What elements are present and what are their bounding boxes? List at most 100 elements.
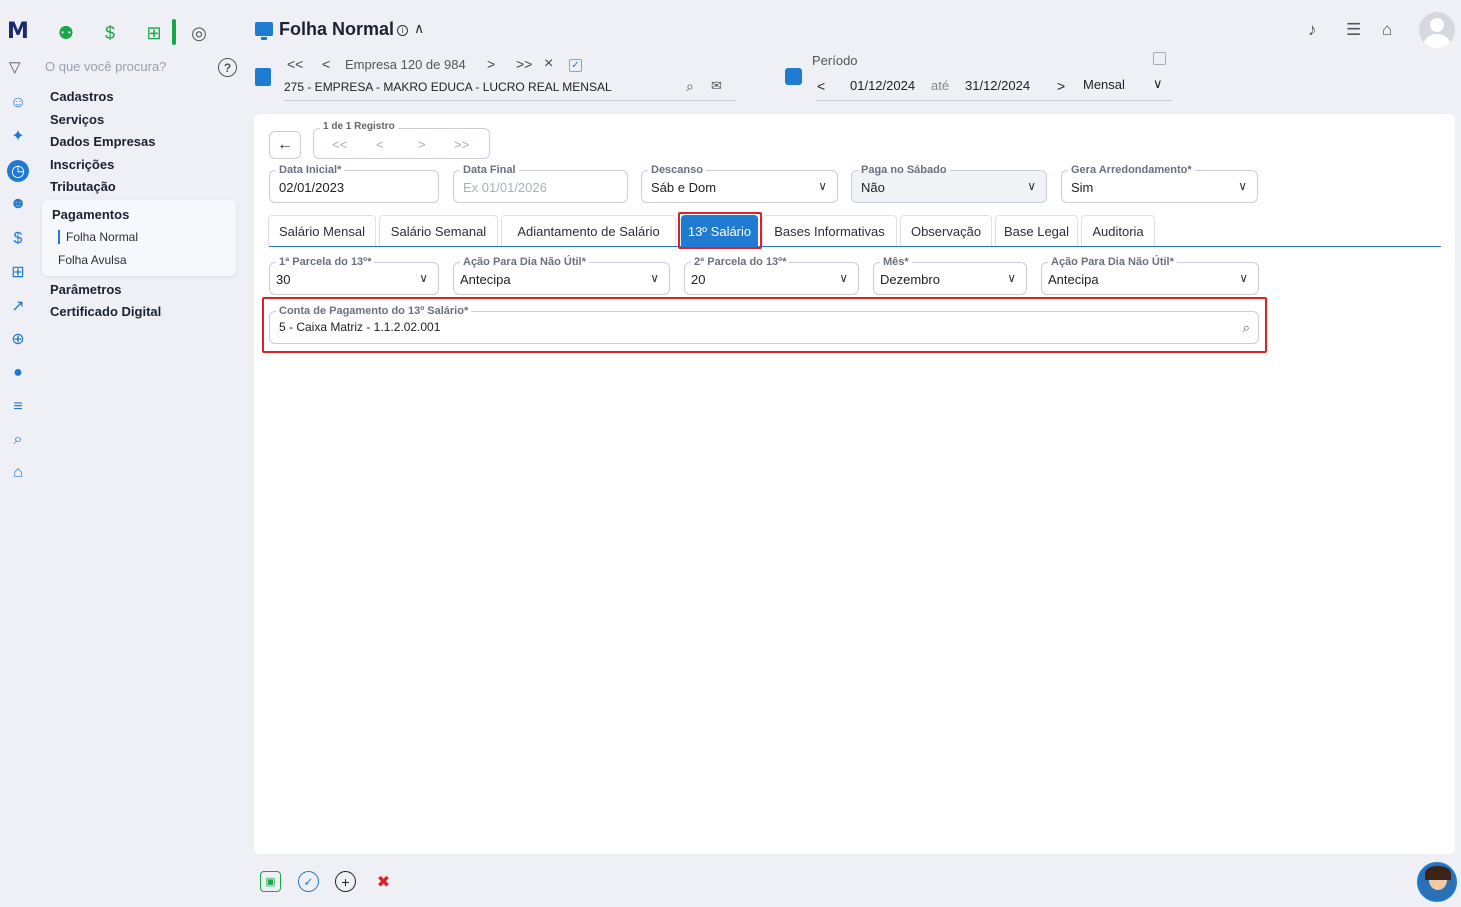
menu-item-tributacao[interactable]: Tributação <box>50 179 116 194</box>
chevron-down-icon: ∨ <box>650 271 659 285</box>
search-icon[interactable]: ⌕ <box>7 429 29 451</box>
tab-salario-mensal[interactable]: Salário Mensal <box>268 215 376 247</box>
empresa-checkbox[interactable]: ✓ <box>569 59 582 72</box>
grid-icon[interactable]: ⊞ <box>141 20 167 46</box>
info-icon[interactable]: i <box>397 25 408 36</box>
close-icon[interactable]: × <box>544 55 553 73</box>
field-value: Não <box>861 180 885 195</box>
dollar-circle-icon[interactable]: $ <box>7 228 29 250</box>
periodo-end[interactable]: 31/12/2024 <box>965 78 1030 93</box>
field-label: 1ª Parcela do 13º* <box>276 255 375 269</box>
conta-highlight <box>262 297 1267 353</box>
bell-icon[interactable]: ♪ <box>1308 20 1317 40</box>
periodo-prev-button[interactable]: < <box>817 78 825 94</box>
menu-item-parametros[interactable]: Parâmetros <box>50 282 122 297</box>
avatar[interactable] <box>1419 12 1455 48</box>
primeira-parcela-select[interactable]: 1ª Parcela do 13º* 30 ∨ <box>269 255 439 295</box>
field-label: Descanso <box>648 163 706 177</box>
users-icon[interactable]: ☻ <box>7 193 29 215</box>
page-title: Folha Normal <box>279 19 395 39</box>
chevron-up-icon[interactable]: ∧ <box>414 20 424 37</box>
dollar-icon[interactable]: $ <box>97 20 123 46</box>
segunda-parcela-select[interactable]: 2ª Parcela do 13º* 20 ∨ <box>684 255 859 295</box>
acao-dia-nao-util-1-select[interactable]: Ação Para Dia Não Útil* Antecipa ∨ <box>453 255 670 295</box>
handshake-icon[interactable]: ✦ <box>7 125 29 147</box>
mail-icon[interactable]: ✉ <box>711 78 722 94</box>
paga-no-sabado-select[interactable]: Paga no Sábado Não ∨ <box>851 163 1047 203</box>
user-gear-icon[interactable]: ☺ <box>7 92 29 114</box>
tab-adiantamento-salario[interactable]: Adiantamento de Salário <box>501 215 676 247</box>
periodo-underline <box>816 100 1172 101</box>
search-icon[interactable]: ⌕ <box>686 78 694 95</box>
confirm-button[interactable]: ✓ <box>298 871 319 892</box>
document-search-icon[interactable]: ☰ <box>1346 20 1361 40</box>
empresa-counter: Empresa 120 de 984 <box>345 57 466 72</box>
menu-item-inscricoes[interactable]: Inscrições <box>50 157 114 172</box>
record-prev-button[interactable]: < <box>376 137 384 152</box>
field-value: Antecipa <box>1048 272 1099 287</box>
record-last-button[interactable]: >> <box>454 137 469 152</box>
submenu-item-folha-avulsa[interactable]: Folha Avulsa <box>58 253 127 267</box>
help-icon[interactable]: ? <box>218 58 237 77</box>
globe-icon[interactable]: ⊕ <box>7 328 29 350</box>
field-label: 2ª Parcela do 13º* <box>691 255 790 269</box>
left-icon-rail: M ☺ ✦ ◷ ☻ $ ⊞ ↗ ⊕ ● ≡ ⌕ ⌂ <box>0 0 36 907</box>
chevron-down-icon: ∨ <box>419 271 428 285</box>
empresa-prev-button[interactable]: < <box>322 56 330 72</box>
menu-item-servicos[interactable]: Serviços <box>50 112 104 127</box>
add-button[interactable]: + <box>335 871 356 892</box>
calculator-icon[interactable]: ⊞ <box>7 261 29 283</box>
field-value: 20 <box>691 272 706 287</box>
money-bag-icon[interactable]: ● <box>7 362 29 384</box>
delete-button[interactable]: ✖ <box>373 871 394 892</box>
people-icon[interactable]: ⚉ <box>53 20 79 46</box>
descanso-select[interactable]: Descanso Sáb e Dom ∨ <box>641 163 838 203</box>
field-placeholder: Ex 01/01/2026 <box>463 180 547 195</box>
submenu-item-folha-normal[interactable]: Folha Normal <box>58 230 138 244</box>
search-input[interactable]: O que você procura? <box>45 59 166 74</box>
acao-dia-nao-util-2-select[interactable]: Ação Para Dia Não Útil* Antecipa ∨ <box>1041 255 1259 295</box>
field-value: 02/01/2023 <box>279 180 345 195</box>
field-label: Gera Arredondamento* <box>1068 163 1195 177</box>
app-logo[interactable]: M <box>7 19 29 44</box>
tab-base-legal[interactable]: Base Legal <box>995 215 1078 247</box>
person-walk-icon[interactable]: ↗ <box>7 295 29 317</box>
assistant-avatar[interactable] <box>1417 862 1457 902</box>
periodo-checkbox[interactable] <box>1153 52 1166 65</box>
menu-item-pagamentos[interactable]: Pagamentos <box>52 207 129 222</box>
layers-icon[interactable]: ≡ <box>7 396 29 418</box>
save-button[interactable]: ▣ <box>260 871 281 892</box>
graduation-cap-icon[interactable]: ⌂ <box>1382 20 1392 40</box>
record-next-button[interactable]: > <box>418 137 426 152</box>
mes-select[interactable]: Mês* Dezembro ∨ <box>873 255 1027 295</box>
menu-item-certificado-digital[interactable]: Certificado Digital <box>50 304 161 319</box>
field-label: Data Final <box>460 163 519 177</box>
periodo-start[interactable]: 01/12/2024 <box>850 78 915 93</box>
empresa-next-button[interactable]: > <box>487 56 495 72</box>
chevron-down-icon[interactable]: ∨ <box>1153 76 1163 92</box>
data-inicial-field[interactable]: Data Inicial* 02/01/2023 <box>269 163 439 203</box>
periodo-tipo-select[interactable]: Mensal <box>1083 77 1125 92</box>
data-final-field[interactable]: Data Final Ex 01/01/2026 <box>453 163 628 203</box>
tab-observacao[interactable]: Observação <box>900 215 992 247</box>
tab-auditoria[interactable]: Auditoria <box>1081 215 1155 247</box>
gera-arredondamento-select[interactable]: Gera Arredondamento* Sim ∨ <box>1061 163 1258 203</box>
record-first-button[interactable]: << <box>332 137 347 152</box>
calendar-icon[interactable] <box>785 68 802 85</box>
record-counter: 1 de 1 Registro <box>320 121 398 132</box>
back-button[interactable]: ← <box>269 131 301 159</box>
menu-item-dados-empresas[interactable]: Dados Empresas <box>50 134 156 149</box>
empresa-last-button[interactable]: >> <box>516 56 532 72</box>
empresa-name[interactable]: 275 - EMPRESA - MAKRO EDUCA - LUCRO REAL… <box>284 80 612 94</box>
money-bag-icon[interactable]: ◎ <box>186 20 212 46</box>
menu-item-cadastros[interactable]: Cadastros <box>50 89 114 104</box>
tab-salario-semanal[interactable]: Salário Semanal <box>379 215 498 247</box>
chevron-down-icon: ∨ <box>1007 271 1016 285</box>
active-module-indicator <box>172 19 176 45</box>
clock-icon[interactable]: ◷ <box>7 160 29 182</box>
home-icon[interactable]: ⌂ <box>7 462 29 484</box>
empresa-first-button[interactable]: << <box>287 56 303 72</box>
filter-icon[interactable]: ▽ <box>9 58 21 76</box>
tab-bases-informativas[interactable]: Bases Informativas <box>762 215 897 247</box>
periodo-next-button[interactable]: > <box>1057 78 1065 94</box>
